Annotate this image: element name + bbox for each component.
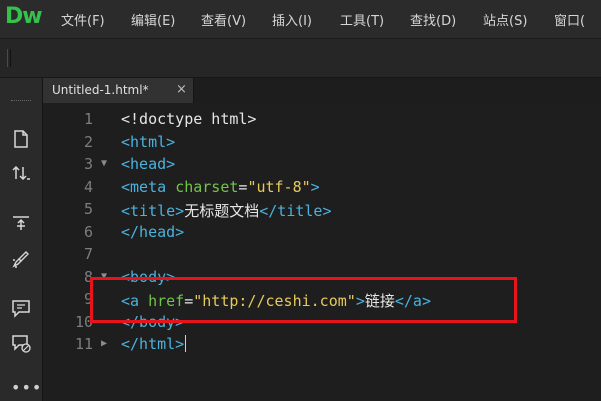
line-number: 3 — [83, 155, 93, 173]
line-number: 2 — [83, 132, 93, 151]
file-icon[interactable] — [10, 128, 32, 150]
code-editor[interactable]: 1 <!doctype html> 2 <html> 3 ▼ <head> 4 <meta ch… — [43, 103, 601, 401]
code-token-plain: 无标题文档 — [184, 202, 260, 220]
menu-file[interactable]: 文件(F) — [61, 10, 105, 29]
code-line[interactable]: 11 ▶ </html> — [43, 333, 601, 355]
menu-tools[interactable]: 工具(T) — [340, 10, 384, 29]
code-text: <meta charset="utf-8"> — [121, 178, 320, 196]
code-text: <body> — [121, 268, 175, 286]
code-line[interactable]: 7 — [43, 243, 601, 265]
code-text: <a href="http://ceshi.com">链接</a> — [121, 290, 431, 311]
code-line[interactable]: 1 <!doctype html> — [43, 108, 601, 130]
code-text: </html> — [121, 335, 187, 353]
more-tools-icon[interactable]: ••• — [11, 380, 42, 396]
toolbar-grip[interactable] — [7, 49, 11, 67]
code-text: </head> — [121, 223, 184, 241]
code-token-tag: <body> — [121, 267, 176, 286]
code-token-tag: </head> — [121, 222, 185, 241]
code-token-tag: </a> — [394, 292, 431, 310]
code-line[interactable]: 3 ▼ <head> — [43, 153, 601, 175]
code-token-tag: > — [355, 292, 365, 310]
text-cursor — [185, 335, 187, 352]
fold-toggle-icon[interactable]: ▶ — [101, 338, 107, 349]
line-number: 5 — [83, 200, 93, 218]
close-icon[interactable]: × — [176, 82, 187, 97]
code-token-tag: <a — [121, 292, 149, 310]
line-number: 4 — [83, 177, 93, 196]
menu-find[interactable]: 查找(D) — [410, 10, 456, 29]
code-token-tag: <title> — [121, 202, 185, 220]
fold-toggle-icon[interactable]: ▼ — [101, 271, 107, 282]
code-line[interactable]: 8 ▼ <body> — [43, 266, 601, 288]
sort-arrows-icon[interactable] — [10, 162, 32, 184]
left-tool-panel: ••• — [0, 78, 43, 401]
code-text: <!doctype html> — [121, 110, 256, 128]
code-token-plain: 链接 — [364, 292, 395, 310]
code-text: </body> — [121, 313, 184, 331]
code-line[interactable]: 6 </head> — [43, 221, 601, 243]
line-number: 11 — [74, 335, 93, 353]
tab-untitled-1[interactable]: Untitled-1.html* × — [43, 78, 194, 103]
code-token-plain: <!doctype html> — [121, 110, 257, 128]
code-token-tag: </body> — [121, 312, 185, 331]
line-number: 9 — [83, 290, 93, 308]
code-text: <html> — [121, 133, 175, 151]
menu-window[interactable]: 窗口( — [554, 10, 585, 29]
menu-bar: Dw 文件(F) 编辑(E) 查看(V) 插入(I) 工具(T) 查找(D) 站… — [0, 0, 601, 39]
line-number: 8 — [83, 267, 93, 286]
app-logo: Dw — [5, 4, 43, 29]
panel-grip[interactable] — [11, 100, 31, 104]
comment-check-icon[interactable] — [10, 332, 32, 354]
menu-site[interactable]: 站点(S) — [483, 10, 527, 29]
code-token-tag: <html> — [121, 132, 176, 151]
menu-insert[interactable]: 插入(I) — [272, 10, 312, 29]
code-token-attr: href — [148, 292, 185, 310]
document-tab-bar: Untitled-1.html* × — [43, 78, 601, 103]
line-number: 1 — [83, 110, 93, 128]
menu-view[interactable]: 查看(V) — [201, 10, 246, 29]
menu-edit[interactable]: 编辑(E) — [131, 10, 175, 29]
comment-icon[interactable] — [10, 297, 32, 319]
code-token-attr: charset — [175, 177, 239, 196]
tab-label: Untitled-1.html* — [52, 83, 149, 97]
code-line[interactable]: 9 <a href="http://ceshi.com">链接</a> — [43, 288, 601, 310]
code-token-val: "utf-8" — [247, 177, 311, 196]
code-text: <title>无标题文档</title> — [121, 200, 331, 221]
code-text: <head> — [121, 155, 175, 173]
code-token-tag: <meta — [121, 177, 176, 196]
code-token-tag: <head> — [121, 155, 176, 173]
code-line[interactable]: 2 <html> — [43, 131, 601, 153]
code-token-val: "http://ceshi.com" — [193, 292, 356, 310]
expand-icon[interactable] — [10, 211, 32, 233]
line-number: 10 — [74, 312, 93, 331]
toolbar — [0, 39, 601, 78]
code-line[interactable]: 4 <meta charset="utf-8"> — [43, 176, 601, 198]
code-token-tag: </html> — [121, 335, 185, 353]
code-token-plain: = — [184, 292, 194, 310]
code-token-tag: </title> — [259, 202, 332, 220]
line-number: 6 — [83, 222, 93, 241]
code-line[interactable]: 10 </body> — [43, 311, 601, 333]
code-line[interactable]: 5 <title>无标题文档</title> — [43, 198, 601, 220]
code-token-tag: > — [310, 177, 320, 196]
line-number: 7 — [83, 245, 93, 263]
brush-icon[interactable] — [10, 248, 32, 270]
fold-toggle-icon[interactable]: ▼ — [101, 158, 107, 169]
